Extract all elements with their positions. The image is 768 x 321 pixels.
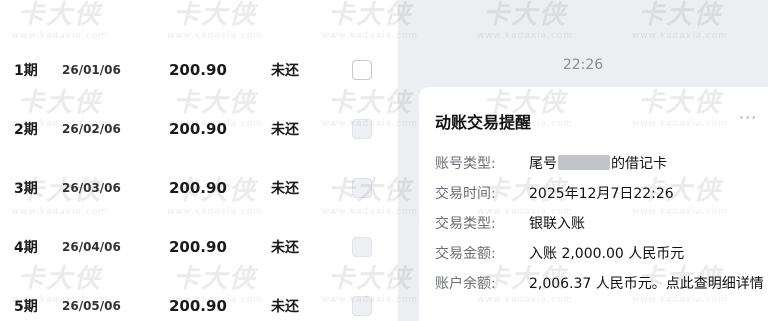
installment-period: 3期: [14, 181, 38, 197]
field-value: 尾号 的借记卡: [529, 155, 667, 172]
installment-checkbox[interactable]: [352, 296, 372, 316]
installment-status: 未还: [271, 63, 299, 79]
installment-status: 未还: [271, 122, 299, 138]
installment-row[interactable]: 1期 26/01/06 200.90 未还: [0, 48, 398, 92]
installment-status: 未还: [271, 240, 299, 256]
installment-date: 26/02/06: [62, 122, 121, 136]
more-dots-icon[interactable]: ···: [739, 110, 757, 126]
installment-amount: 200.90: [169, 297, 227, 315]
installment-row[interactable]: 3期 26/03/06 200.90 未还: [0, 166, 398, 210]
installment-amount: 200.90: [169, 120, 227, 138]
field-value: 2025年12月7日22:26: [529, 186, 674, 202]
installment-date: 26/03/06: [62, 181, 121, 195]
field-transaction-amount: 交易金额: 入账 2,000.00 人民币元: [435, 243, 765, 265]
field-value: 入账 2,000.00 人民币元: [529, 246, 685, 262]
installment-amount: 200.90: [169, 179, 227, 197]
installment-checkbox[interactable]: [352, 237, 372, 257]
installment-period: 5期: [14, 299, 38, 315]
field-account-type: 账号类型: 尾号 的借记卡: [435, 153, 765, 175]
installment-row[interactable]: 4期 26/04/06 200.90 未还: [0, 225, 398, 269]
installment-row[interactable]: 5期 26/05/06 200.90 未还: [0, 284, 398, 321]
installment-status: 未还: [271, 181, 299, 197]
card-title: 动账交易提醒: [435, 113, 532, 132]
installment-checkbox[interactable]: [352, 60, 372, 80]
field-value[interactable]: 2,006.37 人民币元。点此查明细详情: [529, 273, 768, 295]
field-label: 账户余额:: [435, 276, 496, 292]
transaction-alert-card[interactable]: 动账交易提醒 账号类型: 尾号 的借记卡 交易时间: 2025年12月7日22:2…: [419, 87, 768, 321]
field-label: 交易时间:: [435, 186, 496, 202]
installment-row[interactable]: 2期 26/02/06 200.90 未还: [0, 107, 398, 151]
installment-period: 4期: [14, 240, 38, 256]
installment-amount: 200.90: [169, 61, 227, 79]
installment-period: 2期: [14, 122, 38, 138]
message-timestamp: 22:26: [562, 57, 604, 73]
field-label: 账号类型:: [435, 156, 496, 172]
installment-checkbox[interactable]: [352, 178, 372, 198]
installment-date: 26/01/06: [62, 63, 121, 77]
field-label: 交易类型:: [435, 216, 496, 232]
installment-list: 1期 26/01/06 200.90 未还 2期 26/02/06 200.90…: [0, 0, 398, 321]
installment-date: 26/05/06: [62, 299, 121, 313]
chat-panel: 22:26 动账交易提醒 账号类型: 尾号 的借记卡 交易时间: 2025年12月…: [398, 0, 768, 321]
field-account-balance[interactable]: 账户余额: 2,006.37 人民币元。点此查明细详情: [435, 273, 765, 295]
field-transaction-type: 交易类型: 银联入账: [435, 213, 765, 235]
installment-amount: 200.90: [169, 238, 227, 256]
field-value: 银联入账: [529, 216, 585, 232]
installment-period: 1期: [14, 63, 38, 79]
installment-status: 未还: [271, 299, 299, 315]
installment-date: 26/04/06: [62, 240, 121, 254]
field-label: 交易金额:: [435, 246, 496, 262]
masked-number: [558, 155, 610, 170]
field-transaction-time: 交易时间: 2025年12月7日22:26: [435, 183, 765, 205]
installment-checkbox[interactable]: [352, 119, 372, 139]
